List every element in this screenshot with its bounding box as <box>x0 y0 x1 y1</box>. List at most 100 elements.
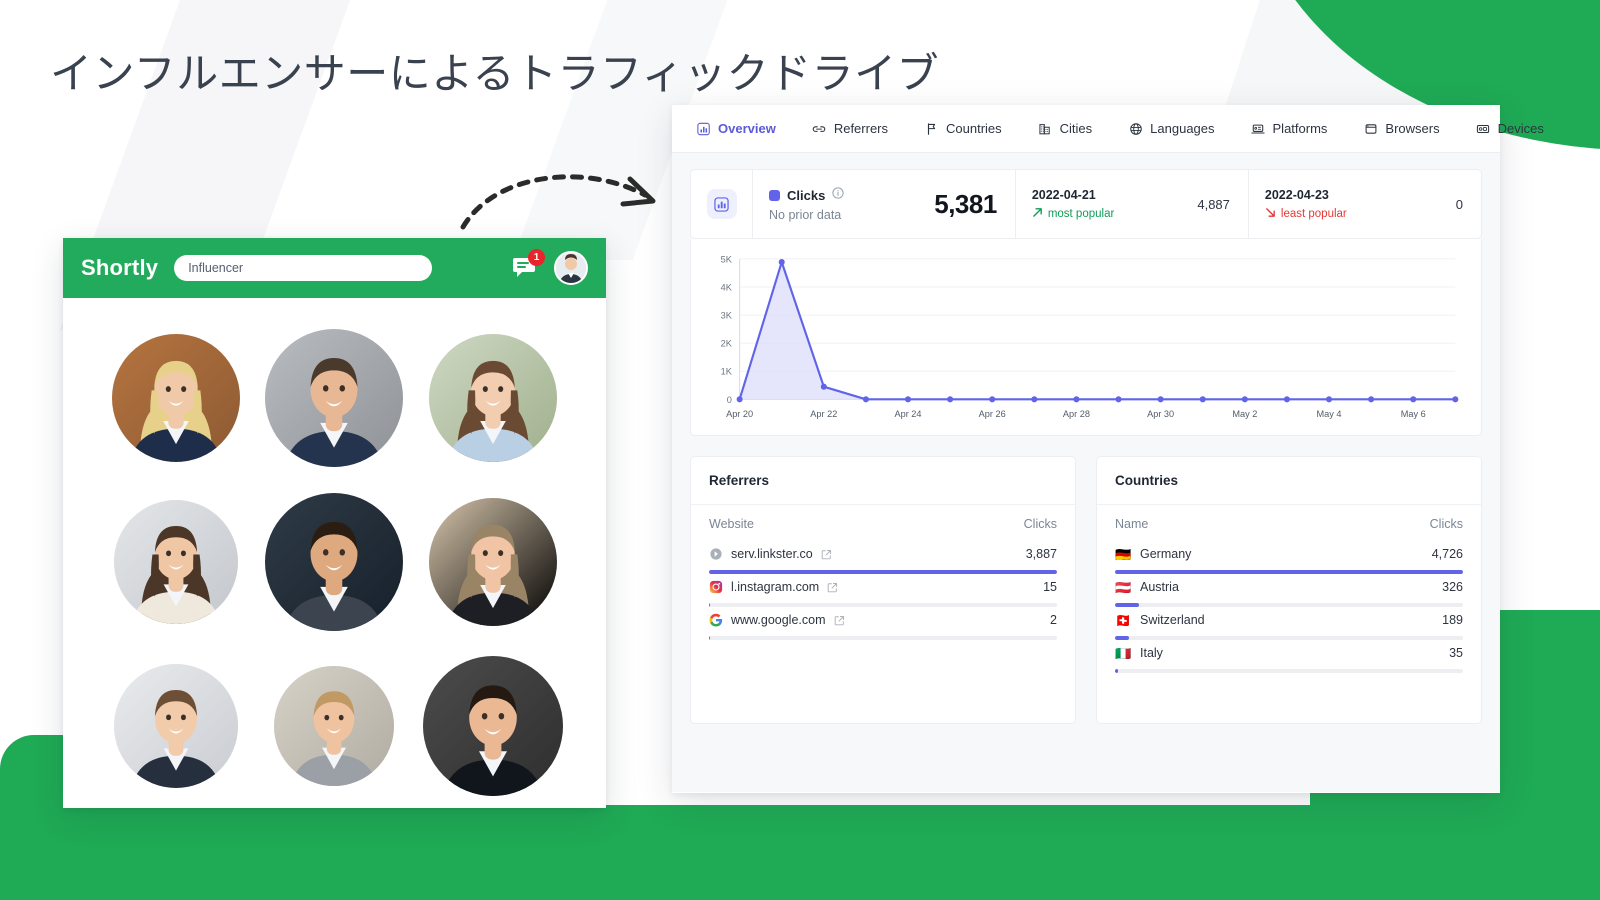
external-link-icon[interactable] <box>821 549 832 560</box>
referrer-name: www.google.com <box>731 613 826 627</box>
external-link-icon[interactable] <box>827 582 838 593</box>
tab-languages[interactable]: Languages <box>1110 105 1232 152</box>
referrer-row[interactable]: serv.linkster.co 3,887 <box>709 541 1057 574</box>
countries-col-name: Name <box>1115 517 1149 531</box>
most-popular-date: 2022-04-21 <box>1031 187 1096 202</box>
avatar-cell <box>114 500 239 624</box>
country-name: Austria <box>1140 580 1179 594</box>
building-icon <box>1038 121 1053 136</box>
avatar-cell <box>112 334 241 462</box>
tab-devices[interactable]: Devices <box>1458 105 1562 152</box>
shortly-app-window: Shortly Influencer 1 <box>63 238 606 808</box>
progress-track <box>1115 669 1463 673</box>
stat-metric-sub: No prior data <box>769 208 842 222</box>
country-clicks: 35 <box>1449 646 1463 660</box>
tab-browsers[interactable]: Browsers <box>1345 105 1457 152</box>
svg-text:Apr 26: Apr 26 <box>979 409 1006 419</box>
least-popular-date: 2022-04-23 <box>1264 187 1329 202</box>
tab-label: Countries <box>946 121 1002 136</box>
avatar-cell <box>274 666 395 786</box>
search-input-value: Influencer <box>188 261 244 275</box>
influencer-avatar-grid <box>63 298 606 808</box>
tab-countries[interactable]: Countries <box>906 105 1020 152</box>
flag-icon: 🇮🇹 <box>1115 645 1132 661</box>
svg-text:0: 0 <box>727 395 732 405</box>
link-icon <box>812 121 827 136</box>
avatar-cell <box>265 493 404 631</box>
avatar-4[interactable] <box>114 500 239 624</box>
referrers-rows: serv.linkster.co 3,887 l.instagram.com 1… <box>691 541 1075 640</box>
avatar-3[interactable] <box>428 334 557 462</box>
countries-columns: Name Clicks <box>1097 505 1481 541</box>
tab-label: Cities <box>1059 121 1093 136</box>
svg-text:May 4: May 4 <box>1317 409 1342 419</box>
stat-most-popular: 2022-04-21 most popular 4,887 <box>1016 170 1249 238</box>
avatar-5[interactable] <box>265 493 404 631</box>
country-clicks: 4,726 <box>1431 547 1463 561</box>
arrow-down-right-icon <box>1265 207 1276 221</box>
referrers-columns: Website Clicks <box>691 505 1075 541</box>
country-row[interactable]: 🇦🇹 Austria 326 <box>1115 574 1463 607</box>
tab-label: Overview <box>718 121 776 136</box>
bar-chart-icon <box>706 189 737 219</box>
avatar[interactable] <box>554 251 588 285</box>
avatar-1[interactable] <box>112 334 241 462</box>
shortly-logo[interactable]: Shortly <box>81 255 158 281</box>
progress-track <box>709 636 1057 640</box>
analytics-panel: Overview Referrers Countries Cities Langu… <box>672 105 1544 793</box>
stat-clicks-total: Clicks No prior data 5,381 <box>753 170 1016 238</box>
country-clicks: 189 <box>1442 613 1463 627</box>
tab-label: Browsers <box>1385 121 1440 136</box>
progress-fill <box>709 636 711 640</box>
search-input[interactable]: Influencer <box>174 255 433 281</box>
referrer-row[interactable]: l.instagram.com 15 <box>709 574 1057 607</box>
referrers-col-clicks: Clicks <box>1023 517 1057 531</box>
country-row[interactable]: 🇩🇪 Germany 4,726 <box>1115 541 1463 574</box>
avatar-2[interactable] <box>265 329 404 467</box>
tab-overview[interactable]: Overview <box>686 105 794 152</box>
dashed-arrow-icon <box>455 155 675 240</box>
referrer-clicks: 15 <box>1043 580 1057 594</box>
tab-platforms[interactable]: Platforms <box>1233 105 1346 152</box>
referrer-name: l.instagram.com <box>731 580 820 594</box>
avatar-7[interactable] <box>114 664 239 788</box>
referrer-clicks: 3,887 <box>1025 547 1057 561</box>
overview-tab-content: Clicks No prior data 5,381 2022-04-21 mo… <box>672 153 1500 792</box>
bar-chart-icon <box>696 121 711 136</box>
google-icon <box>709 613 723 627</box>
external-link-icon[interactable] <box>834 615 845 626</box>
country-name: Germany <box>1140 547 1192 561</box>
avatar-8[interactable] <box>274 666 395 786</box>
arrow-up-right-icon <box>1032 207 1043 221</box>
tab-referrers[interactable]: Referrers <box>794 105 906 152</box>
analytics-tabbar: Overview Referrers Countries Cities Langu… <box>672 105 1544 153</box>
avatar-cell <box>428 498 557 626</box>
referrer-row[interactable]: www.google.com 2 <box>709 607 1057 640</box>
most-popular-label: most popular <box>1047 207 1115 220</box>
laptop-icon <box>1251 121 1266 136</box>
device-icon <box>1476 121 1491 136</box>
avatar-cell <box>114 664 239 788</box>
stats-summary-row: Clicks No prior data 5,381 2022-04-21 mo… <box>690 169 1482 239</box>
countries-panel-title: Countries <box>1097 457 1481 505</box>
info-icon[interactable] <box>832 186 844 204</box>
avatar-cell <box>265 329 404 467</box>
tab-label: Platforms <box>1272 121 1328 136</box>
least-popular-value: 0 <box>1455 196 1463 212</box>
svg-text:May 2: May 2 <box>1232 409 1257 419</box>
referrer-name: serv.linkster.co <box>731 547 813 561</box>
tab-label: Devices <box>1497 121 1544 136</box>
avatar-6[interactable] <box>428 498 557 626</box>
avatar-9[interactable] <box>422 656 563 796</box>
country-row[interactable]: 🇨🇭 Switzerland 189 <box>1115 607 1463 640</box>
referrers-col-website: Website <box>709 517 754 531</box>
country-row[interactable]: 🇮🇹 Italy 35 <box>1115 640 1463 673</box>
stat-metric-label: Clicks <box>787 187 826 203</box>
message-icon[interactable]: 1 <box>512 249 545 280</box>
tab-cities[interactable]: Cities <box>1020 105 1111 152</box>
generic-site-icon <box>709 547 723 561</box>
clicks-timeseries-chart: 0 1K 2K 3K 4K 5K Apr 20 Apr 22 Apr 24 Apr 26 Apr 2… <box>690 239 1482 436</box>
referrers-panel: Referrers Website Clicks serv.linkster.c… <box>690 456 1076 724</box>
svg-text:5K: 5K <box>721 254 733 264</box>
svg-text:2K: 2K <box>721 339 733 349</box>
